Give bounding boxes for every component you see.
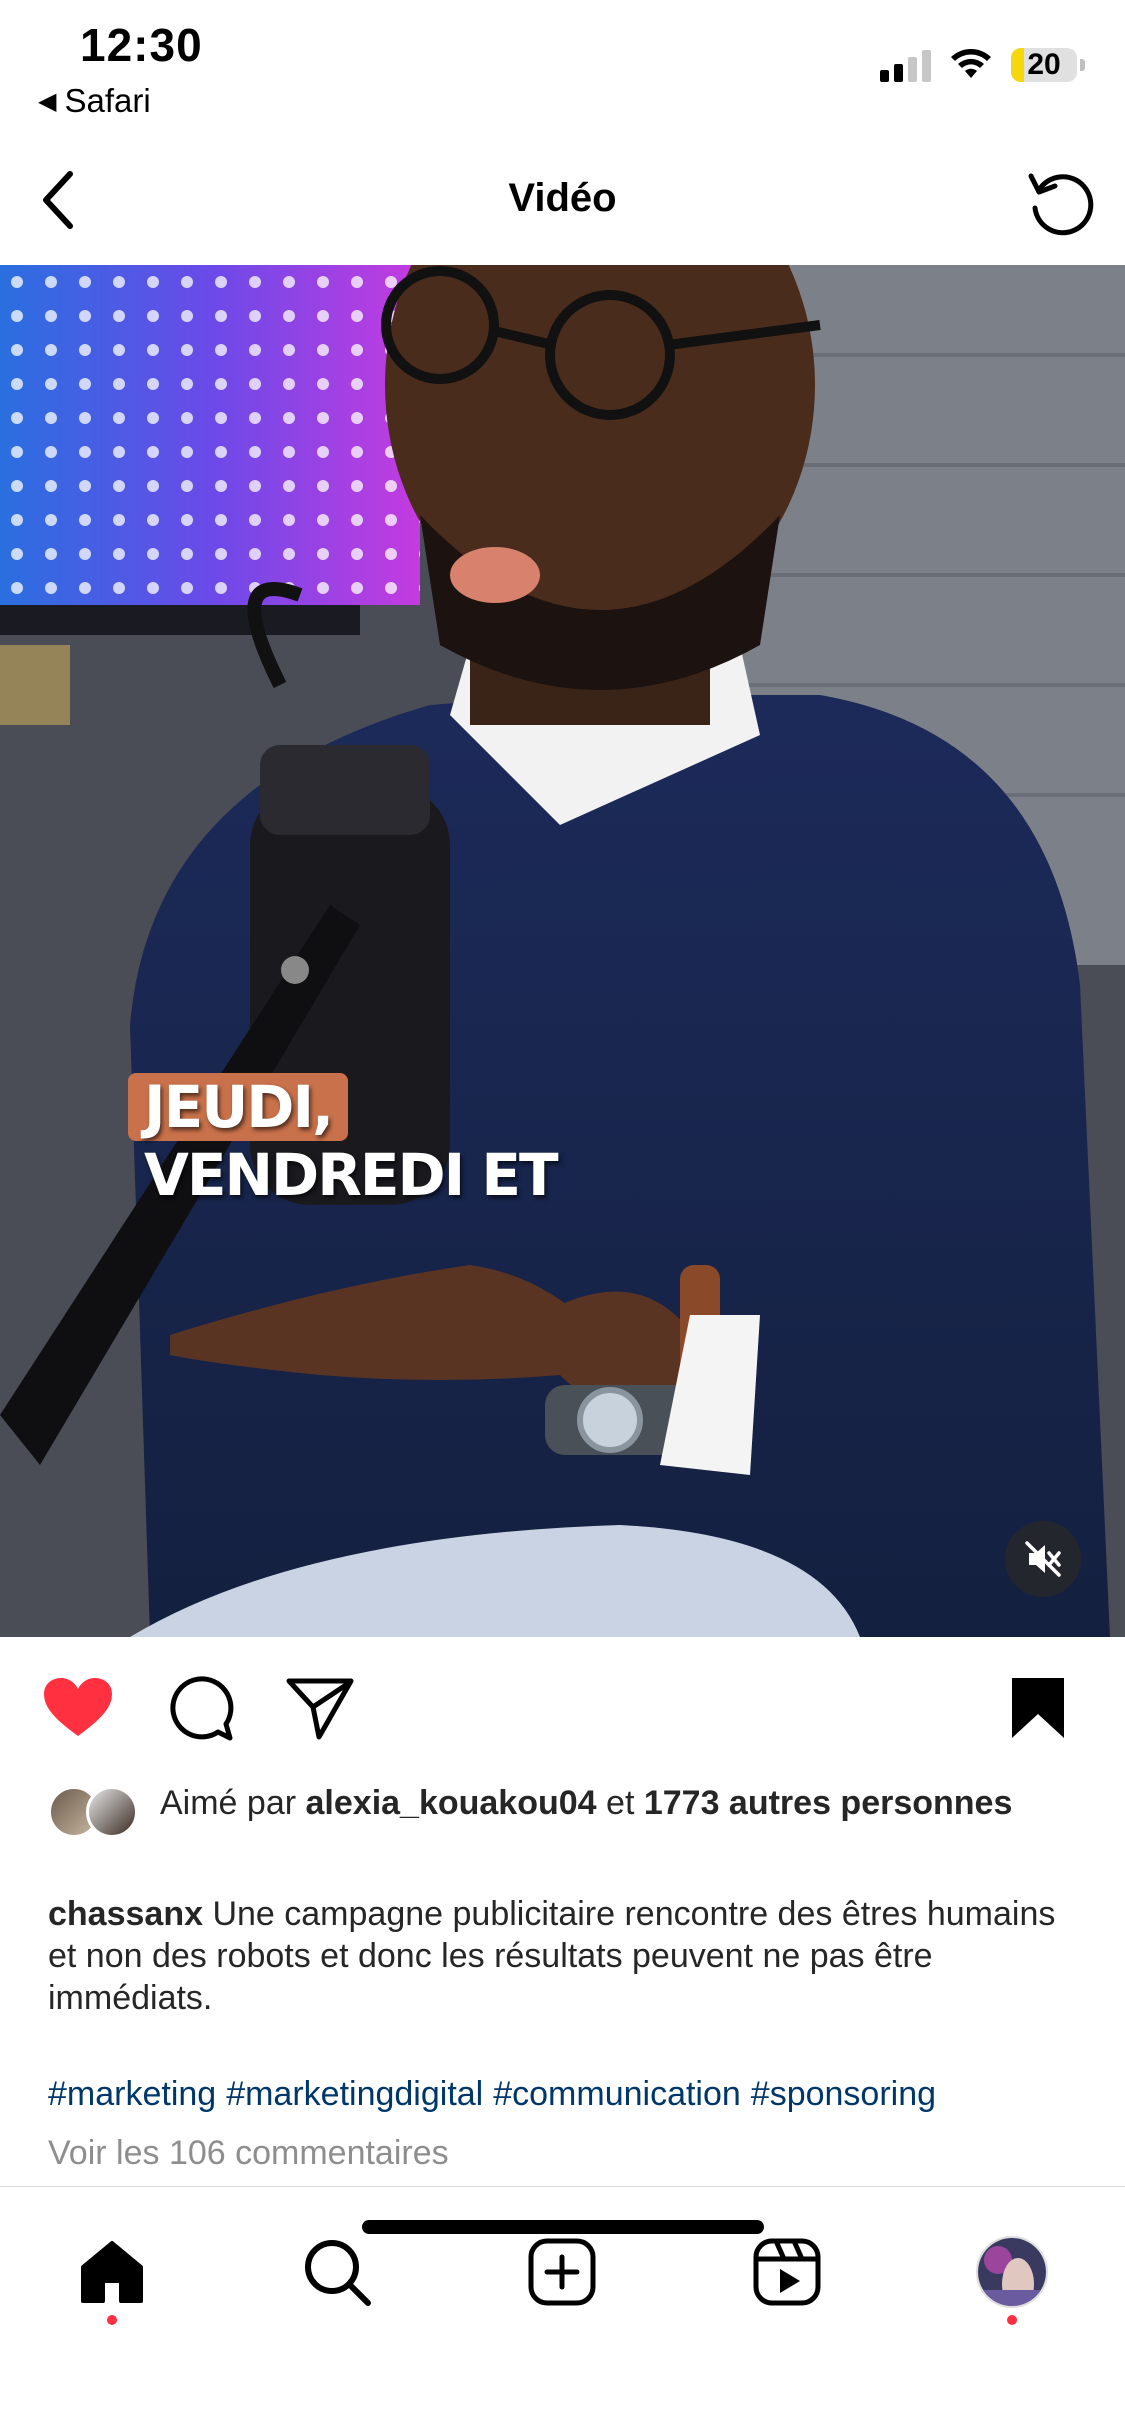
- likes-prefix: Aimé par: [160, 1784, 297, 1822]
- speaker-muted-icon: [1025, 1541, 1061, 1577]
- post-author-username[interactable]: chassanx: [48, 1895, 203, 1933]
- hashtag-link[interactable]: #marketingdigital: [226, 2075, 483, 2113]
- paper-plane-icon: [286, 1678, 354, 1740]
- hashtags: #marketing #marketingdigital #communicatio…: [48, 2073, 1108, 2115]
- bookmark-filled-icon: [1012, 1678, 1064, 1738]
- heart-filled-icon: [44, 1678, 112, 1736]
- battery-level: 20: [1027, 48, 1061, 81]
- video-caption-overlay: JEUDI, VENDREDI ET: [128, 1073, 573, 1209]
- mute-toggle-button[interactable]: [1005, 1521, 1081, 1597]
- tab-search[interactable]: [292, 2227, 382, 2317]
- cellular-signal-icon: [880, 48, 931, 82]
- hashtag-link[interactable]: #sponsoring: [751, 2075, 936, 2113]
- reel-video-player[interactable]: JEUDI, VENDREDI ET: [0, 265, 1125, 1637]
- view-comments-link[interactable]: Voir les 106 commentaires: [48, 2134, 449, 2173]
- hashtag-link[interactable]: #communication: [493, 2075, 741, 2113]
- tab-profile[interactable]: [967, 2227, 1057, 2317]
- refresh-icon: [1028, 173, 1094, 236]
- save-button[interactable]: [998, 1668, 1078, 1748]
- status-indicators: 20: [880, 48, 1085, 82]
- search-icon: [305, 2240, 371, 2306]
- battery-icon: 20: [1011, 48, 1085, 82]
- comment-icon: [170, 1676, 234, 1741]
- page-title: Vidéo: [508, 176, 617, 220]
- post-actions-bar: [0, 1660, 1125, 1760]
- share-button[interactable]: [280, 1668, 360, 1748]
- refresh-button[interactable]: [1015, 158, 1105, 248]
- wifi-icon: [951, 49, 991, 78]
- tab-home[interactable]: [67, 2227, 157, 2317]
- profile-notification-dot: [1007, 2315, 1017, 2325]
- video-frame-image: [0, 265, 1125, 1637]
- like-button[interactable]: [38, 1668, 118, 1748]
- liker-avatars: [48, 1786, 144, 1840]
- home-notification-dot: [107, 2315, 117, 2325]
- home-indicator: [362, 2220, 764, 2234]
- comment-button[interactable]: [160, 1668, 240, 1748]
- tab-create[interactable]: [517, 2227, 607, 2317]
- caption-line-highlighted: JEUDI,: [128, 1073, 349, 1141]
- tab-reels[interactable]: [742, 2227, 832, 2317]
- profile-avatar: [976, 2236, 1048, 2308]
- create-post-icon: [528, 2238, 596, 2306]
- liker-username[interactable]: alexia_kouakou04: [306, 1784, 597, 1822]
- likes-count[interactable]: 1773 autres personnes: [644, 1784, 1013, 1822]
- battery-fill: [1011, 48, 1025, 82]
- back-to-safari-link[interactable]: ◀ Safari: [38, 82, 151, 120]
- back-app-label: Safari: [64, 82, 151, 119]
- reels-icon: [753, 2238, 821, 2306]
- back-triangle-icon: ◀: [38, 87, 57, 115]
- post-caption: chassanx Une campagne publicitaire renco…: [48, 1893, 1078, 2019]
- status-bar: 12:30 ◀ Safari 20: [0, 0, 1125, 135]
- avatar: [86, 1786, 138, 1838]
- caption-line: VENDREDI ET: [144, 1141, 559, 1209]
- likes-connector: et: [606, 1784, 635, 1822]
- likes-text: Aimé par alexia_kouakou04 et 1773 autres…: [160, 1782, 1060, 1824]
- status-time: 12:30: [80, 19, 203, 71]
- top-header: Vidéo: [0, 140, 1125, 265]
- hashtag-link[interactable]: #marketing: [48, 2075, 216, 2113]
- home-icon: [81, 2241, 143, 2303]
